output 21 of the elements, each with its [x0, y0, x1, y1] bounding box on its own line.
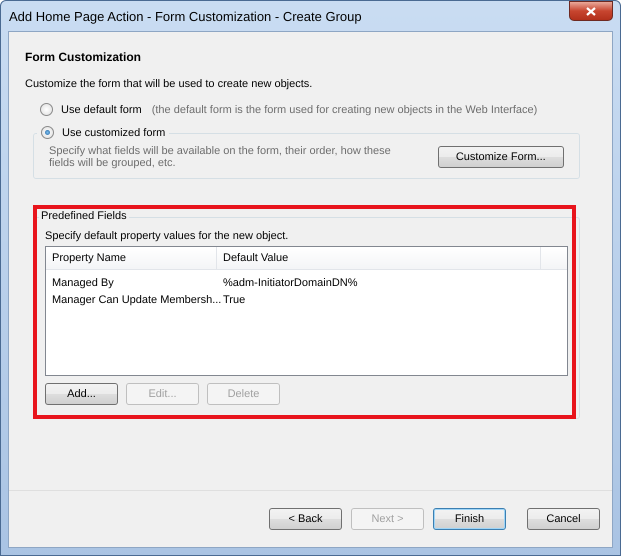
customize-form-button[interactable]: Customize Form... — [438, 146, 564, 168]
table-cell-text: %adm-InitiatorDomainDN% — [222, 276, 358, 288]
radio-label[interactable]: Use default form — [61, 104, 142, 116]
table-cell-text: Managed By — [51, 276, 115, 288]
option-note: (the default form is the form used for creating new objects in the Web Interface) — [152, 104, 538, 116]
description: Customize the form that will be used to create new objects. — [25, 78, 314, 90]
wizard-button[interactable]: Cancel — [527, 508, 600, 530]
wizard-button[interactable]: < Back — [269, 508, 342, 530]
radio-button[interactable] — [40, 103, 53, 116]
group-hint: Specify default property values for the new object. — [45, 230, 290, 242]
page-heading: Form Customization — [25, 50, 142, 64]
window-title: Add Home Page Action - Form Customization - Create Group — [8, 8, 362, 24]
radio-button[interactable] — [41, 126, 54, 139]
wizard-button[interactable]: Finish — [433, 508, 506, 530]
close-button[interactable] — [569, 1, 613, 21]
group-title: Predefined Fields — [39, 210, 129, 222]
list-action-button[interactable]: Add... — [45, 383, 118, 405]
column-header[interactable]: Property Name — [46, 247, 217, 269]
close-icon — [586, 6, 596, 16]
option-detail: Specify what fields will be available on the form, their order, how these fields will be grouped, etc. — [49, 145, 392, 169]
column-header[interactable]: Default Value — [217, 247, 541, 269]
